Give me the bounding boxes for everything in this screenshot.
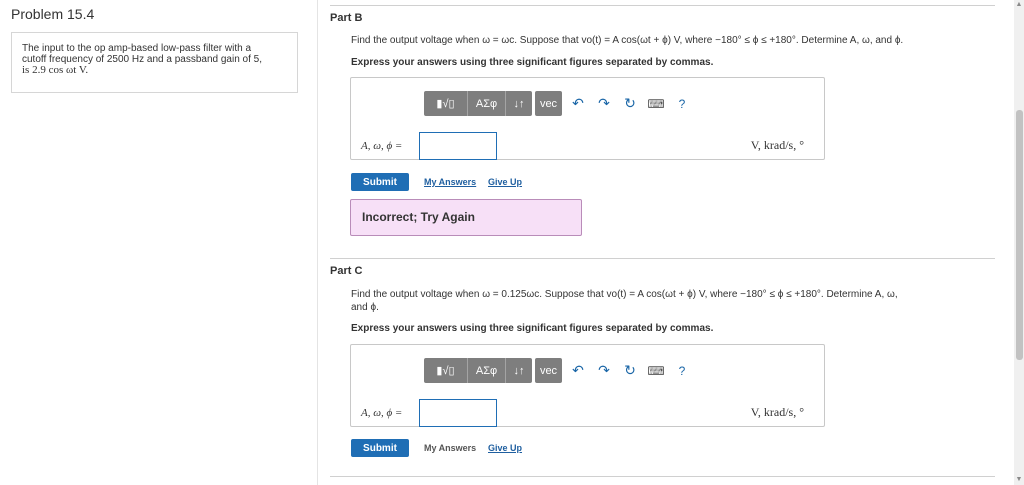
redo-icon[interactable]: ↷ [591,91,617,116]
part-c-label: Part C [330,265,363,277]
problem-statement: The input to the op amp-based low-pass f… [11,32,298,93]
reset-icon[interactable]: ↻ [617,358,643,383]
templates-group: ▮√▯ ΑΣφ ↓↑ [424,358,532,383]
part-b-answer-box: ▮√▯ ΑΣφ ↓↑ vec ↶ ↷ ↻ ⌨ ? A, ω, ϕ = V, kr… [350,77,825,160]
problem-title: Problem 15.4 [11,6,95,22]
part-b-submit-button[interactable]: Submit [351,173,409,191]
vec-group: vec [535,91,562,116]
part-b-question: Find the output voltage when ω = ωc. Sup… [351,35,904,46]
undo-icon[interactable]: ↶ [565,91,591,116]
redo-icon[interactable]: ↷ [591,358,617,383]
vector-button[interactable]: vec [535,358,562,383]
part-b-instruction: Express your answers using three signifi… [351,57,714,68]
column-divider [317,0,318,485]
part-b-units: V, krad/s, ° [750,138,804,152]
scroll-down-arrow-icon[interactable]: ▼ [1014,475,1024,485]
part-c-answer-box: ▮√▯ ΑΣφ ↓↑ vec ↶ ↷ ↻ ⌨ ? A, ω, ϕ = V, kr… [350,344,825,427]
part-b-answer-label: A, ω, ϕ = [361,140,403,152]
templates-button[interactable]: ▮√▯ [424,91,468,116]
part-b-math-toolbar: ▮√▯ ΑΣφ ↓↑ vec ↶ ↷ ↻ ⌨ ? [424,91,695,116]
part-c-math-toolbar: ▮√▯ ΑΣφ ↓↑ vec ↶ ↷ ↻ ⌨ ? [424,358,695,383]
part-c-question-line-1: Find the output voltage when ω = 0.125ωc… [351,289,898,300]
part-c-answer-input[interactable] [419,399,497,427]
templates-group: ▮√▯ ΑΣφ ↓↑ [424,91,532,116]
part-c-units: V, krad/s, ° [750,405,804,419]
reset-icon[interactable]: ↻ [617,91,643,116]
part-b-my-answers-link[interactable]: My Answers [424,177,476,187]
part-c-my-answers-label: My Answers [424,443,477,453]
problem-text-line-3: is 2.9 cos ωt V. [22,64,89,76]
part-d-rule [330,476,995,477]
vec-group: vec [535,358,562,383]
part-c-instruction: Express your answers using three signifi… [351,323,714,334]
keyboard-icon[interactable]: ⌨ [643,358,669,383]
scrollbar-thumb[interactable] [1016,110,1023,360]
part-b-feedback: Incorrect; Try Again [350,199,582,236]
help-icon[interactable]: ? [669,358,695,383]
part-c-give-up-link[interactable]: Give Up [488,443,522,453]
part-b-answer-input[interactable] [419,132,497,160]
greek-symbols-button[interactable]: ΑΣφ [468,358,506,383]
part-b-rule [330,5,995,6]
vector-button[interactable]: vec [535,91,562,116]
problem-text-line-1: The input to the op amp-based low-pass f… [22,43,252,54]
part-b-label: Part B [330,12,363,24]
help-icon[interactable]: ? [669,91,695,116]
part-c-answer-label: A, ω, ϕ = [361,407,403,419]
part-c-submit-button[interactable]: Submit [351,439,409,457]
part-c-question: Find the output voltage when ω = 0.125ωc… [351,288,991,314]
scroll-up-arrow-icon[interactable]: ▲ [1014,0,1024,10]
templates-button[interactable]: ▮√▯ [424,358,468,383]
undo-icon[interactable]: ↶ [565,358,591,383]
keyboard-icon[interactable]: ⌨ [643,91,669,116]
part-c-rule [330,258,995,259]
part-b-give-up-link[interactable]: Give Up [488,177,522,187]
greek-symbols-button[interactable]: ΑΣφ [468,91,506,116]
part-c-question-line-2: and ϕ. [351,302,379,313]
arrows-button[interactable]: ↓↑ [506,91,532,116]
arrows-button[interactable]: ↓↑ [506,358,532,383]
